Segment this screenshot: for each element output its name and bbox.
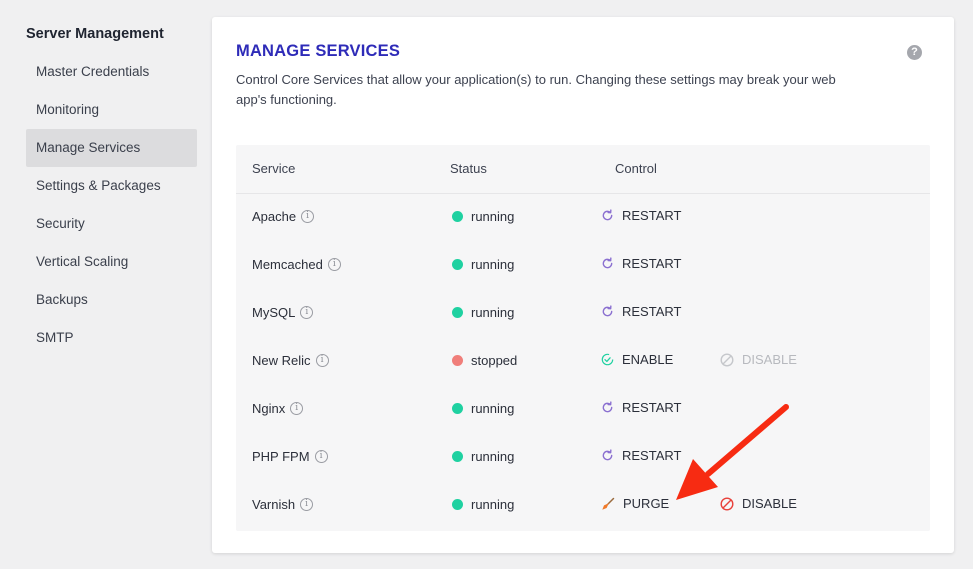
status-mysql: running xyxy=(452,305,514,320)
service-name-varnish: Varnish i xyxy=(252,497,314,512)
action-label: RESTART xyxy=(622,208,682,223)
ban-icon xyxy=(720,352,734,367)
sidebar-item-backups[interactable]: Backups xyxy=(26,281,197,319)
help-icon[interactable]: ? xyxy=(907,45,922,60)
service-name-mysql: MySQL i xyxy=(252,305,314,320)
services-table: Service Status Control Apache i running RES… xyxy=(236,145,930,531)
sidebar-title: Server Management xyxy=(26,26,164,42)
purge-button-varnish[interactable]: PURGE xyxy=(601,496,669,511)
table-row: New Relic i stopped ENABLE DISABLE xyxy=(236,338,930,386)
status-label: running xyxy=(471,401,515,416)
info-icon[interactable]: i xyxy=(300,306,314,319)
check-circle-icon xyxy=(601,353,614,366)
info-icon[interactable]: i xyxy=(327,258,341,271)
info-icon[interactable]: i xyxy=(315,354,329,367)
status-label: running xyxy=(471,305,515,320)
page-description: Control Core Services that allow your ap… xyxy=(236,72,836,107)
status-label: running xyxy=(471,257,515,272)
sidebar-item-monitoring[interactable]: Monitoring xyxy=(26,91,197,129)
action-label: RESTART xyxy=(622,256,682,271)
status-php-fpm: running xyxy=(452,449,514,464)
restart-icon xyxy=(601,209,614,222)
service-label: New Relic xyxy=(252,353,311,368)
sidebar-item-security[interactable]: Security xyxy=(26,205,197,243)
service-name-apache: Apache i xyxy=(252,209,315,224)
status-label: running xyxy=(471,497,515,512)
status-dot-icon xyxy=(452,259,463,270)
info-icon[interactable]: i xyxy=(300,498,314,511)
table-row: PHP FPM i running RESTART xyxy=(236,434,930,482)
sidebar-item-smtp[interactable]: SMTP xyxy=(26,319,197,357)
action-label: RESTART xyxy=(622,448,682,463)
action-label: DISABLE xyxy=(742,352,797,367)
restart-button-nginx[interactable]: RESTART xyxy=(601,400,681,415)
status-label: running xyxy=(471,449,515,464)
status-varnish: running xyxy=(452,497,514,512)
info-icon[interactable]: i xyxy=(290,402,304,415)
restart-button-memcached[interactable]: RESTART xyxy=(601,256,681,271)
status-new-relic: stopped xyxy=(452,353,517,368)
service-name-nginx: Nginx i xyxy=(252,401,304,416)
manage-services-panel: MANAGE SERVICES ? Control Core Services … xyxy=(212,17,954,553)
service-label: Nginx xyxy=(252,401,286,416)
disable-button-varnish[interactable]: DISABLE xyxy=(720,496,797,511)
status-nginx: running xyxy=(452,401,514,416)
enable-button-new-relic[interactable]: ENABLE xyxy=(601,352,673,367)
action-label: RESTART xyxy=(622,400,682,415)
action-label: PURGE xyxy=(623,496,670,511)
restart-icon xyxy=(601,401,614,414)
status-dot-icon xyxy=(452,307,463,318)
restart-icon xyxy=(601,449,614,462)
column-header-control: Control xyxy=(615,161,657,176)
service-name-php-fpm: PHP FPM i xyxy=(252,449,328,464)
ban-icon xyxy=(720,496,734,511)
status-dot-icon xyxy=(452,355,463,366)
status-dot-icon xyxy=(452,499,463,510)
service-label: Apache xyxy=(252,209,297,224)
sidebar-item-master-credentials[interactable]: Master Credentials xyxy=(26,53,197,91)
restart-icon xyxy=(601,305,614,318)
status-dot-icon xyxy=(452,403,463,414)
table-row: Nginx i running RESTART xyxy=(236,386,930,434)
service-name-memcached: Memcached i xyxy=(252,257,341,272)
column-header-status: Status xyxy=(450,161,487,176)
status-apache: running xyxy=(452,209,514,224)
sidebar-item-manage-services[interactable]: Manage Services xyxy=(26,129,197,167)
action-label: ENABLE xyxy=(622,352,674,367)
table-row: Varnish i running PURGE DISABLE xyxy=(236,482,930,530)
info-icon[interactable]: i xyxy=(301,210,315,223)
sidebar: Server Management Master Credentials Moni… xyxy=(0,0,205,569)
table-row: MySQL i running RESTART xyxy=(236,290,930,338)
broom-icon xyxy=(601,497,615,511)
service-label: PHP FPM xyxy=(252,449,310,464)
page-title: MANAGE SERVICES xyxy=(236,42,401,60)
service-label: Memcached xyxy=(252,257,323,272)
sidebar-item-vertical-scaling[interactable]: Vertical Scaling xyxy=(26,243,197,281)
status-label: stopped xyxy=(471,353,518,368)
service-label: MySQL xyxy=(252,305,296,320)
status-dot-icon xyxy=(452,211,463,222)
status-label: running xyxy=(471,209,515,224)
table-row: Apache i running RESTART xyxy=(236,194,930,242)
info-icon[interactable]: i xyxy=(314,450,328,463)
table-row: Memcached i running RESTART xyxy=(236,242,930,290)
restart-button-apache[interactable]: RESTART xyxy=(601,208,681,223)
restart-button-mysql[interactable]: RESTART xyxy=(601,304,681,319)
action-label: DISABLE xyxy=(742,496,797,511)
action-label: RESTART xyxy=(622,304,682,319)
service-name-new-relic: New Relic i xyxy=(252,353,329,368)
sidebar-item-settings-packages[interactable]: Settings & Packages xyxy=(26,167,197,205)
status-dot-icon xyxy=(452,451,463,462)
status-memcached: running xyxy=(452,257,514,272)
restart-button-php-fpm[interactable]: RESTART xyxy=(601,448,681,463)
column-header-service: Service xyxy=(252,161,296,176)
disable-button-new-relic: DISABLE xyxy=(720,352,797,367)
restart-icon xyxy=(601,257,614,270)
service-label: Varnish xyxy=(252,497,296,512)
